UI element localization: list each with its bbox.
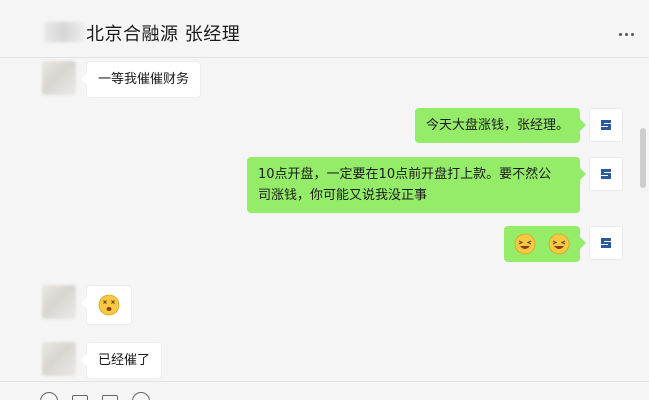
more-options-icon[interactable] [619,30,639,38]
contact-avatar[interactable] [42,285,76,319]
self-avatar[interactable] [589,157,623,191]
message-text: 已经催了 [98,353,151,368]
company-logo-icon [601,169,611,179]
chat-history-icon[interactable] [132,392,150,400]
input-divider [0,381,649,382]
folder-icon[interactable] [72,395,88,400]
dizzy-face-emoji [98,294,120,316]
message-bubble-outgoing[interactable]: 今天大盘涨钱，张经理。 [414,108,587,143]
message-text: 今天大盘涨钱，张经理。 [425,118,569,133]
chat-title: 北京合融源 张经理 [86,24,241,45]
squint-laugh-emoji [514,233,536,255]
message-list[interactable]: 一等我催催财务 今天大盘涨钱，张经理。 10点开盘，一定要在10点前开盘打上款。… [0,58,649,380]
self-avatar[interactable] [589,226,623,260]
message-text-line-1: 10点开盘，一定要在10点前开盘打上款。要不然公 [258,167,552,182]
self-avatar[interactable] [589,108,623,142]
chat-header: 北京合融源 张经理 [0,0,649,58]
chat-window: 北京合融源 张经理 一等我催催财务 今天大盘涨钱，张经理。 10点开盘，一定要在… [0,0,649,400]
company-logo-icon [601,119,611,130]
message-text: 一等我催催财务 [98,72,190,87]
message-bubble-outgoing[interactable]: 10点开盘，一定要在10点前开盘打上款。要不然公 司涨钱，你可能又说我没正事 [247,157,586,213]
message-text-line-2: 司涨钱，你可能又说我没正事 [258,188,428,203]
chat-scrollbar[interactable] [640,128,646,188]
squint-laugh-emoji [548,233,570,255]
blurred-contact-icon [44,22,84,42]
contact-avatar[interactable] [42,342,76,376]
input-toolbar [40,392,150,400]
message-bubble-incoming[interactable] [81,285,132,325]
emoji-icon[interactable] [40,392,58,400]
message-bubble-incoming[interactable]: 一等我催催财务 [80,61,202,98]
company-logo-icon [601,238,611,248]
message-bubble-outgoing[interactable] [503,226,587,262]
message-bubble-incoming[interactable]: 已经催了 [80,342,163,379]
screenshot-icon[interactable] [102,395,118,400]
contact-avatar[interactable] [42,61,76,95]
